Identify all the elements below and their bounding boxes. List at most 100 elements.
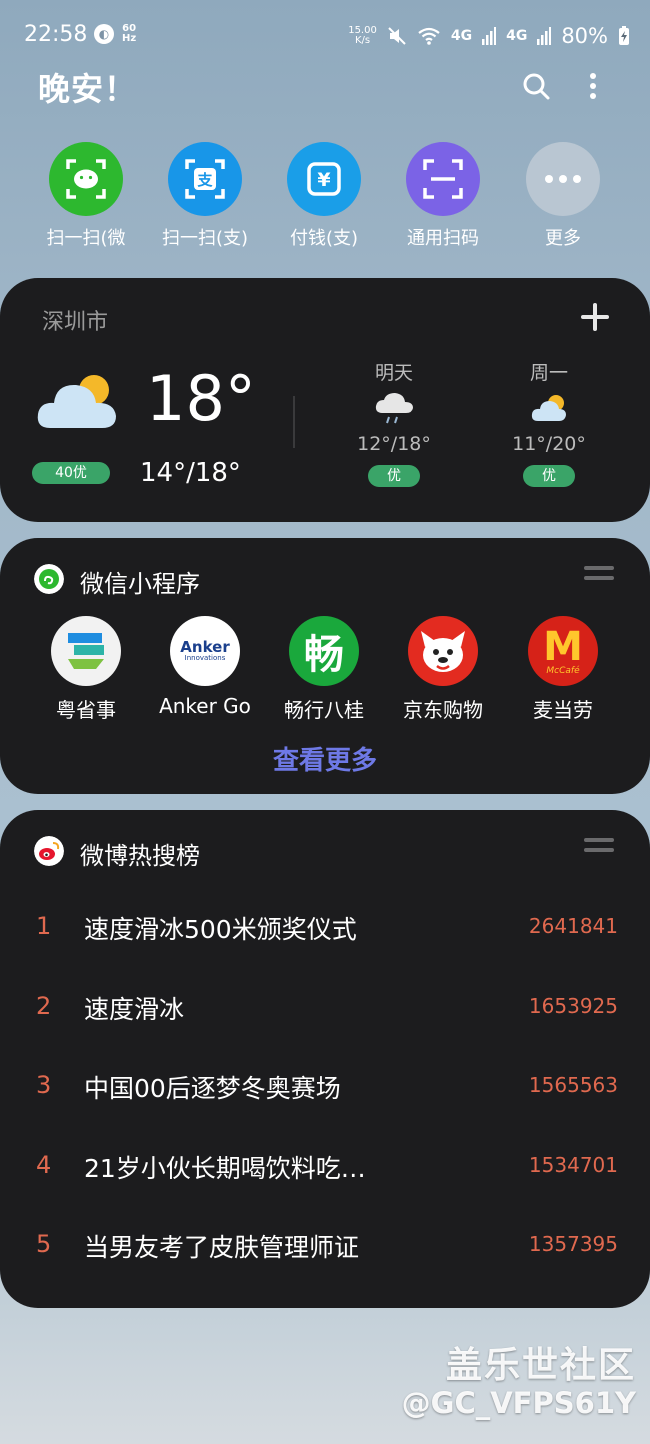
- hot-search-item[interactable]: 4 21岁小伙长期喝饮料吃… 1534701: [0, 1149, 650, 1189]
- hot-count: 1565563: [528, 1073, 618, 1097]
- changxing-logo-text: 畅: [304, 632, 344, 678]
- signal-2-icon: [537, 27, 552, 45]
- anker-logo-sub: Innovations: [184, 654, 226, 662]
- forecast-monday: 周一 11°/20° 优: [504, 358, 594, 487]
- quick-action-more[interactable]: 更多: [508, 142, 618, 250]
- changxing-icon: 畅: [289, 616, 359, 686]
- svg-text:¥: ¥: [317, 169, 330, 191]
- mini-app-label: Anker Go: [159, 694, 251, 718]
- weibo-hot-search-card: 微博热搜榜 1 速度滑冰500米颁奖仪式 2641841 2 速度滑冰 1653…: [0, 810, 650, 1308]
- net-speed-unit: K/s: [354, 35, 371, 46]
- mini-app-anker-go[interactable]: Anker Innovations Anker Go: [150, 616, 260, 718]
- anker-icon: Anker Innovations: [170, 616, 240, 686]
- hot-rank: 3: [36, 1071, 52, 1099]
- quick-action-label: 通用扫码: [407, 228, 479, 249]
- more-options-icon[interactable]: [578, 70, 608, 102]
- mute-icon: [388, 27, 406, 45]
- partly-cloudy-icon: [531, 395, 566, 421]
- status-left-icons: ◐ 60 Hz: [94, 24, 136, 44]
- mcdonalds-icon: M McCafé: [528, 616, 598, 686]
- mini-app-label: 畅行八桂: [284, 698, 364, 722]
- search-icon[interactable]: [520, 70, 552, 102]
- partly-cloudy-icon: [37, 375, 116, 428]
- quick-action-label: 更多: [545, 228, 581, 249]
- battery-charging-icon: [619, 26, 629, 45]
- yueshengshi-icon: [51, 616, 121, 686]
- mcdonalds-logo-sub: McCafé: [546, 665, 580, 676]
- watermark-community: 盖乐世社区: [445, 1345, 636, 1386]
- mcdonalds-logo-text: M: [543, 623, 583, 670]
- forecast-day: 周一: [529, 362, 568, 384]
- hot-title: 21岁小伙长期喝饮料吃…: [84, 1154, 366, 1183]
- status-bar: 22:58 ◐ 60 Hz 15.00 K/s 4G 4G 80%: [0, 0, 650, 70]
- battery-percent: 80%: [561, 24, 608, 48]
- quick-action-wechat-scan[interactable]: 扫一扫(微: [31, 142, 141, 250]
- mini-app-label: 粤省事: [56, 698, 116, 722]
- mini-app-changxing[interactable]: 畅 畅行八桂: [269, 616, 379, 723]
- quick-action-label: 扫一扫(微: [46, 228, 126, 249]
- divider: [293, 396, 295, 448]
- status-right-icons: 15.00 K/s 4G 4G 80%: [348, 24, 630, 48]
- weibo-logo-icon: [34, 836, 64, 866]
- refresh-rate-indicator: 60 Hz: [122, 24, 136, 44]
- universal-scan-icon: [406, 142, 480, 216]
- hot-rank: 1: [36, 912, 52, 940]
- alipay-scan-icon: 支: [168, 142, 242, 216]
- hot-rank: 4: [36, 1151, 52, 1179]
- forecast-tomorrow: 明天 12°/18° 优: [349, 358, 439, 487]
- svg-text:支: 支: [196, 171, 213, 189]
- refresh-rate-unit: Hz: [122, 33, 137, 44]
- hot-search-item[interactable]: 1 速度滑冰500米颁奖仪式 2641841: [0, 910, 650, 950]
- today-temp-range: 14°/18°: [140, 458, 241, 488]
- hot-count: 1357395: [528, 1232, 618, 1256]
- aqi-badge: 40优: [32, 462, 110, 484]
- hot-count: 2641841: [528, 914, 618, 938]
- current-temperature: 18°: [146, 362, 256, 435]
- quick-action-universal-scan[interactable]: 通用扫码: [388, 142, 498, 250]
- hot-title: 速度滑冰500米颁奖仪式: [84, 915, 357, 944]
- wifi-icon: [418, 27, 440, 45]
- forecast-day: 明天: [374, 362, 413, 384]
- moon-mode-icon: ◐: [94, 24, 114, 44]
- forecast-temp: 12°/18°: [357, 433, 431, 455]
- hot-title: 速度滑冰: [84, 995, 185, 1024]
- payment-code-icon: ¥: [287, 142, 361, 216]
- quick-action-alipay-pay[interactable]: ¥ 付钱(支): [269, 142, 379, 250]
- mini-app-yueshengshi[interactable]: 粤省事: [31, 616, 141, 723]
- forecast-temp: 11°/20°: [512, 433, 586, 455]
- mini-programs-card: 微信小程序 粤省事 Anker Innovations Anker Go 畅 畅…: [0, 538, 650, 794]
- rain-cloud-icon: [375, 393, 413, 424]
- more-dots-icon: [526, 142, 600, 216]
- hot-search-item[interactable]: 2 速度滑冰 1653925: [0, 990, 650, 1030]
- hot-search-item[interactable]: 5 当男友考了皮肤管理师证 1357395: [0, 1228, 650, 1268]
- signal-1-label: 4G: [450, 28, 473, 44]
- hot-search-item[interactable]: 3 中国00后逐梦冬奥赛场 1565563: [0, 1069, 650, 1109]
- mini-program-logo-icon: [34, 564, 64, 594]
- quick-action-alipay-scan[interactable]: 支 扫一扫(支): [150, 142, 260, 250]
- hot-title: 当男友考了皮肤管理师证: [84, 1233, 360, 1262]
- mini-programs-title: 微信小程序: [80, 570, 200, 598]
- weather-city: 深圳市: [42, 310, 109, 335]
- jd-icon: [408, 616, 478, 686]
- hot-rank: 2: [36, 992, 52, 1020]
- signal-2-label: 4G: [506, 28, 528, 44]
- hot-count: 1653925: [528, 994, 618, 1018]
- hot-rank: 5: [36, 1230, 52, 1258]
- mini-app-label: 京东购物: [403, 698, 483, 722]
- anker-logo-text: Anker: [180, 638, 230, 656]
- signal-1-icon: [482, 27, 497, 45]
- drag-handle-icon[interactable]: [584, 838, 614, 858]
- quick-action-label: 付钱(支): [289, 228, 359, 249]
- watermark-user: @GC_VFPS61Y: [401, 1386, 636, 1420]
- add-icon[interactable]: [580, 302, 610, 332]
- weather-card[interactable]: 深圳市 18° 40优 14°/18° 明天 12°/18° 优 周一 11°/…: [0, 278, 650, 522]
- wechat-scan-icon: [49, 142, 123, 216]
- view-more-link[interactable]: 查看更多: [0, 740, 650, 777]
- mini-app-label: 麦当劳: [533, 698, 593, 722]
- drag-handle-icon[interactable]: [584, 566, 614, 586]
- hot-title: 中国00后逐梦冬奥赛场: [84, 1074, 341, 1103]
- mini-app-jd[interactable]: 京东购物: [388, 616, 498, 723]
- mini-app-mcdonalds[interactable]: M McCafé 麦当劳: [508, 616, 618, 723]
- clock: 22:58: [24, 22, 88, 47]
- forecast-quality-badge: 优: [368, 465, 420, 487]
